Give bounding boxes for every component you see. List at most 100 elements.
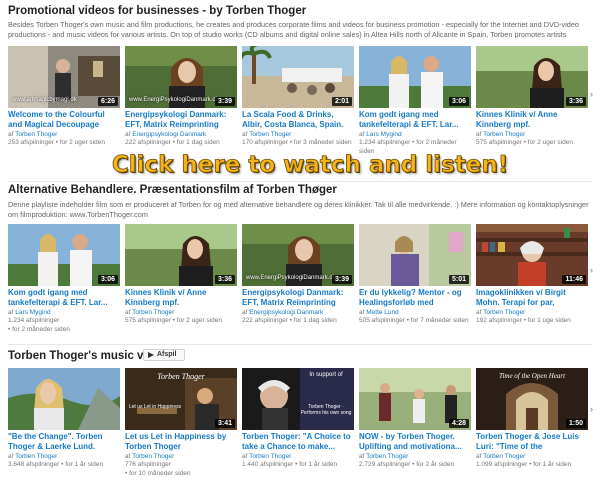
video-thumbnail[interactable]: 11:46 [476, 224, 588, 286]
channel-link[interactable]: Torben Thoger [366, 453, 408, 460]
video-meta: af Energipsykologi Danmark 222 afspilning… [125, 131, 220, 147]
video-thumbnail[interactable]: 3:06 [8, 224, 120, 286]
video-card[interactable]: Time of the Open Heart 1:50 Torben Thoge… [476, 368, 588, 485]
video-thumbnail[interactable]: 3:06 [359, 46, 471, 108]
video-title[interactable]: Torben Thoger & Jose Luis Luri: "Time of… [476, 432, 588, 451]
watch-banner[interactable]: Click here to watch and listen! [80, 152, 540, 180]
play-all-button[interactable]: Afspil [143, 349, 185, 361]
play-icon [148, 352, 154, 358]
channel-link[interactable]: Torben Thoger [15, 131, 57, 138]
video-card[interactable]: "Be the Change". Torben Thoger & Laerke … [8, 368, 120, 485]
video-card[interactable]: Torben Thoger Let us Let in Happiness 3:… [125, 368, 237, 485]
video-thumbnail[interactable]: www.EnergiPsykologiDanmark.dk 3:39 [125, 46, 237, 108]
thumbnail-watermark: www.artmagicbymagi.dk [12, 97, 77, 103]
video-meta: af Torben Thoger 575 afspilninger • for 2… [125, 309, 222, 325]
video-card[interactable]: 3:36 Kinnes Klinik v/ Anne Kinnberg mpf.… [125, 224, 237, 356]
video-stats: 222 afspilninger • for 1 dag siden [242, 317, 337, 325]
video-stats-date: • for 10 måneder siden [125, 469, 191, 477]
channel-link[interactable]: Torben Thoger [132, 309, 174, 316]
video-title[interactable]: La Scala Food & Drinks, Albir, Costa Bla… [242, 110, 354, 129]
channel-link[interactable]: Mette Lund [366, 309, 399, 316]
channel-link[interactable]: Torben Thoger [249, 131, 291, 138]
duration-badge: 6:26 [97, 97, 118, 106]
video-stats: 1.440 afspilninger • for 1 år siden [242, 461, 338, 469]
video-stats: 505 afspilninger • for 7 måneder siden [359, 317, 469, 325]
duration-badge: 2:01 [331, 97, 352, 106]
section-description: Besides Torben Thoger's own music and fi… [8, 20, 579, 39]
video-stats: 2.729 afspilninger • for 2 år siden [359, 461, 455, 469]
video-meta: af Torben Thoger 3.648 afspilninger • for… [8, 453, 104, 469]
video-thumbnail[interactable]: 4:28 [359, 368, 471, 430]
video-title[interactable]: Energipsykologi Danmark: EFT, Matrix Rei… [125, 110, 237, 129]
duration-badge: 3:06 [97, 275, 118, 284]
video-stats: 253 afspilninger • for 2 uger siden [8, 139, 105, 147]
channel-link[interactable]: Lars Mygind [15, 309, 50, 316]
video-card[interactable]: 5:01 Er du lykkelig? Mentor - og Healing… [359, 224, 471, 356]
video-title[interactable]: "Be the Change". Torben Thoger & Laerke … [8, 432, 120, 451]
video-thumbnail[interactable]: Torben Thoger Let us Let in Happiness 3:… [125, 368, 237, 430]
thumbnail-overlay-subtitle: Torben Thoger · Performs his own song [300, 404, 352, 416]
video-title[interactable]: Kom godt igang med tankefelterapi & EFT.… [359, 110, 471, 129]
thumbnail-overlay-title: Time of the Open Heart [498, 372, 566, 380]
channel-link[interactable]: Torben Thoger [483, 131, 525, 138]
video-title[interactable]: NOW - by Torben Thoger. Uplifting and mo… [359, 432, 471, 451]
video-thumbnail[interactable]: 3:36 [125, 224, 237, 286]
video-stats: 575 afspilninger • for 2 uger siden [125, 317, 222, 325]
video-meta: af Energipsykologi Danmark 222 afspilning… [242, 309, 337, 325]
video-title[interactable]: Imagoklinikken v/ Birgit Mohn. Terapi fo… [476, 288, 588, 307]
video-stats: 776 afspilninger [125, 461, 171, 469]
channel-link[interactable]: Torben Thoger [483, 453, 525, 460]
video-title[interactable]: Kom godt igang med tankefelterapi & EFT.… [8, 288, 120, 307]
video-thumbnail[interactable]: 3:36 [476, 46, 588, 108]
video-title[interactable]: Energipsykologi Danmark: EFT, Matrix Rei… [242, 288, 354, 307]
video-thumbnail[interactable]: Time of the Open Heart 1:50 [476, 368, 588, 430]
video-stats: 3.648 afspilninger • for 1 år siden [8, 461, 104, 469]
video-card[interactable]: 4:28 NOW - by Torben Thoger. Uplifting a… [359, 368, 471, 485]
duration-badge: 3:41 [214, 419, 235, 428]
video-thumbnail[interactable] [8, 368, 120, 430]
video-card[interactable]: 3:06 Kom godt igang med tankefelterapi &… [8, 224, 120, 356]
video-thumbnail[interactable]: www.artmagicbymagi.dk 6:26 [8, 46, 120, 108]
video-stats: 1.099 afspilninger • for 1 år siden [476, 461, 572, 469]
video-card[interactable]: www.EnergiPsykologiDanmark.dk 3:39 Energ… [242, 224, 354, 356]
video-title[interactable]: Kinnes Klinik v/ Anne Kinnberg mpf. [476, 110, 588, 129]
video-meta: af Torben Thoger 575 afspilninger • for 2… [476, 131, 573, 147]
section-title[interactable]: Promotional videos for businesses - by T… [8, 5, 306, 17]
video-card[interactable]: In support of Torben Thoger · Performs h… [242, 368, 354, 485]
video-meta: af Torben Thoger 253 afspilninger • for 2… [8, 131, 105, 147]
channel-link[interactable]: Torben Thoger [483, 309, 525, 316]
video-card[interactable]: 11:46 Imagoklinikken v/ Birgit Mohn. Ter… [476, 224, 588, 356]
video-stats: 1.234 afspilninger [8, 317, 60, 325]
duration-badge: 3:06 [448, 97, 469, 106]
video-thumbnail[interactable]: 5:01 [359, 224, 471, 286]
video-title[interactable]: Kinnes Klinik v/ Anne Kinnberg mpf. [125, 288, 237, 307]
channel-link[interactable]: Lars Mygind [366, 131, 401, 138]
video-title[interactable]: Let us Let in Happiness by Torben Thoger [125, 432, 237, 451]
channel-link[interactable]: Torben Thoger [15, 453, 57, 460]
video-meta: af Torben Thoger 1.099 afspilninger • for… [476, 453, 572, 469]
video-meta: af Torben Thoger 1.440 afspilninger • for… [242, 453, 338, 469]
thumbnail-overlay-title: In support of [309, 372, 343, 378]
video-thumbnail[interactable]: 2:01 [242, 46, 354, 108]
video-meta: af Torben Thoger 192 afspilninger • for 1… [476, 309, 571, 325]
channel-link[interactable]: Energipsykologi Danmark [132, 131, 206, 138]
video-title[interactable]: Er du lykkelig? Mentor - og Healingsforl… [359, 288, 471, 307]
chevron-right-icon[interactable]: › [590, 89, 593, 99]
video-stats: 575 afspilninger • for 2 uger siden [476, 139, 573, 147]
duration-badge: 4:28 [448, 419, 469, 428]
video-title[interactable]: Welcome to the Colourful and Magical Dec… [8, 110, 120, 129]
video-title[interactable]: Torben Thoger: "A Choice to take a Chanc… [242, 432, 354, 451]
channel-link[interactable]: Energipsykologi Danmark [249, 309, 323, 316]
video-row-3: "Be the Change". Torben Thoger & Laerke … [8, 368, 588, 485]
section-title[interactable]: Alternative Behandlere. Præsentationsfil… [8, 184, 337, 196]
video-thumbnail[interactable]: In support of Torben Thoger · Performs h… [242, 368, 354, 430]
chevron-right-icon[interactable]: › [590, 404, 593, 414]
channel-link[interactable]: Torben Thoger [249, 453, 291, 460]
video-stats: 170 afspilninger • for 3 måneder siden [242, 139, 352, 147]
video-meta: af Torben Thoger 2.729 afspilninger • for… [359, 453, 455, 469]
chevron-right-icon[interactable]: › [590, 265, 593, 275]
duration-badge: 3:39 [214, 97, 235, 106]
channel-link[interactable]: Torben Thoger [132, 453, 174, 460]
thumbnail-overlay-title: Torben Thoger [157, 372, 205, 381]
video-thumbnail[interactable]: www.EnergiPsykologiDanmark.dk 3:39 [242, 224, 354, 286]
